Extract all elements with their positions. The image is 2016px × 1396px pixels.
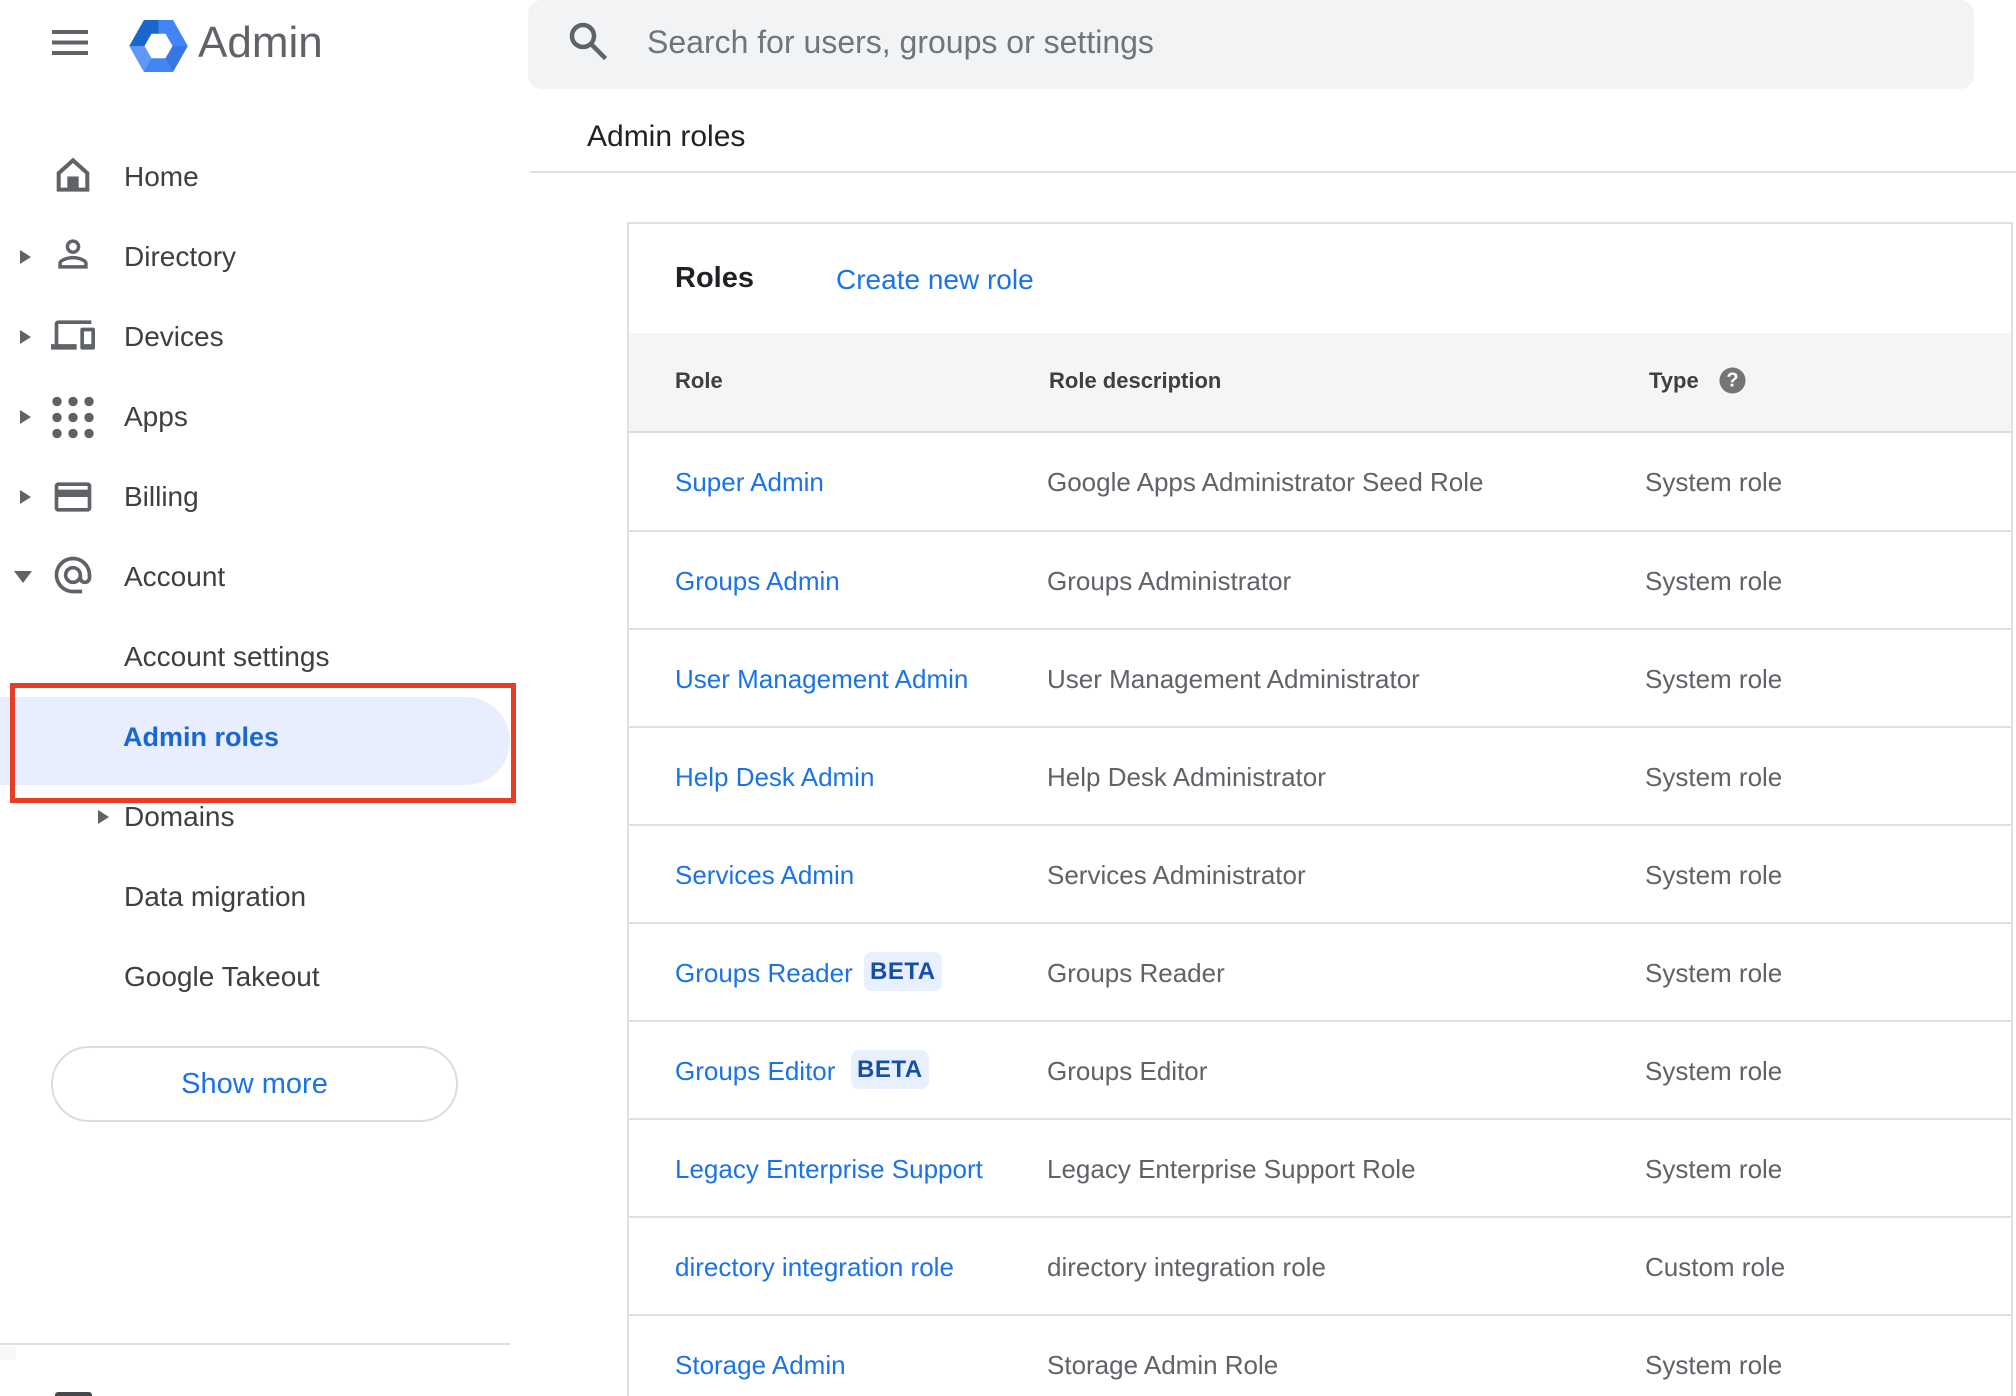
svg-text:?: ? (1726, 370, 1738, 392)
